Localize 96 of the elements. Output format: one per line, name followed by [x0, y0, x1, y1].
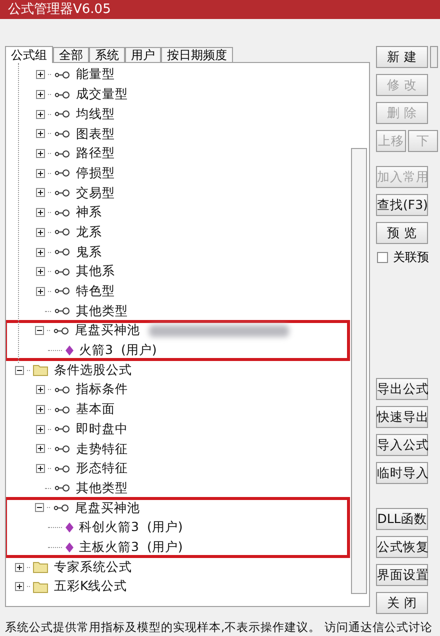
tree-item[interactable]: 即时盘中	[76, 420, 128, 439]
expand-toggle[interactable]	[36, 444, 45, 454]
tree-item[interactable]: 尾盘买神池	[75, 321, 140, 340]
expand-toggle[interactable]	[36, 149, 45, 158]
tree-item[interactable]: 基本面	[76, 400, 115, 419]
action-button[interactable]: 界面设置	[376, 564, 428, 586]
tree-item[interactable]: 形态特征	[76, 459, 128, 478]
tab[interactable]: 按日期频度	[161, 47, 233, 62]
tree-item[interactable]: 尾盘买神池	[75, 498, 140, 518]
tab[interactable]: 用户	[125, 47, 161, 62]
tree-item[interactable]: 停损型	[76, 164, 115, 183]
tree-item[interactable]: 其他类型	[76, 478, 128, 498]
connector-icon	[54, 188, 70, 197]
tree-item[interactable]: 科创火箭3 (用户)	[79, 518, 183, 538]
connector-icon	[53, 326, 69, 335]
tree-item[interactable]: 火箭3 (用户)	[79, 341, 157, 360]
collapse-toggle[interactable]	[35, 503, 44, 512]
tree-item[interactable]: 神系	[76, 203, 102, 222]
tree-item[interactable]: 条件选股公式	[54, 360, 132, 380]
connector-icon	[54, 425, 70, 434]
tree-item[interactable]: 龙系	[76, 222, 102, 242]
connector-icon	[54, 169, 70, 178]
action-button[interactable]: 关 闭	[376, 592, 428, 614]
expand-toggle[interactable]	[36, 188, 45, 198]
expand-toggle[interactable]	[36, 110, 45, 119]
expand-toggle[interactable]	[36, 385, 45, 394]
expand-toggle[interactable]	[36, 70, 45, 80]
expand-toggle[interactable]	[36, 464, 45, 474]
connector-icon	[54, 268, 70, 276]
expand-toggle[interactable]	[36, 208, 45, 218]
tree-item[interactable]: 五彩K线公式	[54, 577, 128, 596]
connector-icon	[54, 406, 70, 414]
formula-icon	[65, 344, 74, 356]
tree-item[interactable]: 鬼系	[76, 242, 102, 262]
expand-toggle[interactable]	[36, 129, 45, 138]
tree-item[interactable]: 专家系统公式	[54, 558, 132, 576]
folder-icon	[33, 580, 48, 593]
tree-item[interactable]: 均线型	[76, 104, 115, 124]
tree-item[interactable]: 特色型	[76, 282, 115, 301]
tab[interactable]: 公式组	[5, 46, 53, 63]
connector-icon	[54, 307, 70, 316]
action-button[interactable]: 新 建	[376, 46, 428, 68]
expand-toggle[interactable]	[36, 424, 45, 434]
connector-icon	[54, 130, 70, 138]
collapse-toggle[interactable]	[15, 366, 24, 375]
connector-icon	[54, 90, 70, 99]
action-button[interactable]: 导入公式	[376, 434, 428, 456]
action-button[interactable]: 快速导出	[376, 406, 428, 428]
formula-icon	[65, 542, 74, 553]
action-button[interactable]: 预 览	[376, 222, 428, 244]
tree-item[interactable]: 成交量型	[76, 85, 128, 104]
title-bar: 公式管理器V6.05	[0, 0, 440, 19]
action-button[interactable]: 导出公式	[376, 378, 428, 400]
status-text: 系统公式提供常用指标及模型的实现样本,不表示操作建议。 访问通达信公式讨论	[5, 620, 432, 634]
connector-icon	[54, 110, 70, 118]
tree-item[interactable]: 路径型	[76, 144, 115, 163]
connector-icon	[54, 386, 70, 394]
tree-item[interactable]: 指标条件	[76, 380, 128, 400]
tree-item[interactable]: 其他类型	[76, 302, 128, 320]
tab[interactable]: 系统	[89, 47, 125, 62]
connector-icon	[54, 150, 70, 158]
connector-icon	[54, 248, 70, 256]
connector-icon	[54, 208, 70, 217]
tree-item[interactable]: 能量型	[76, 65, 115, 84]
expand-toggle[interactable]	[36, 405, 45, 414]
folder-icon	[33, 561, 48, 574]
tree-item[interactable]: 走势特征	[76, 440, 128, 458]
action-button[interactable]: 公式恢复	[376, 536, 428, 558]
expand-toggle[interactable]	[36, 228, 45, 237]
expand-toggle[interactable]	[36, 267, 45, 276]
expand-toggle[interactable]	[36, 90, 45, 100]
connector-icon	[54, 70, 70, 79]
expand-toggle[interactable]	[15, 562, 24, 572]
expand-toggle[interactable]	[36, 168, 45, 178]
tree-item[interactable]: 图表型	[76, 124, 115, 144]
collapse-toggle[interactable]	[35, 326, 44, 336]
expand-toggle[interactable]	[36, 286, 45, 296]
connector-icon	[54, 228, 70, 236]
tree-item[interactable]: 主板火箭3 (用户)	[79, 538, 183, 557]
action-button[interactable]: DLL函数	[376, 508, 428, 530]
action-button[interactable]: 查找(F3)	[376, 194, 428, 216]
connector-icon	[54, 287, 70, 296]
expand-toggle[interactable]	[36, 248, 45, 257]
tree-item[interactable]: 其他系	[76, 262, 115, 282]
action-button[interactable]: 临时导入	[376, 462, 428, 484]
tree-item[interactable]: 交易型	[76, 184, 115, 202]
checkbox[interactable]	[377, 252, 388, 262]
formula-icon	[65, 522, 74, 534]
tab[interactable]: 全部	[53, 47, 89, 62]
connector-icon	[54, 444, 70, 453]
expand-toggle[interactable]	[15, 582, 24, 592]
checkbox-label: 关联预	[393, 249, 429, 266]
folder-icon	[33, 364, 48, 376]
connector-icon	[53, 504, 69, 512]
connector-icon	[54, 464, 70, 473]
connector-icon	[54, 484, 70, 492]
